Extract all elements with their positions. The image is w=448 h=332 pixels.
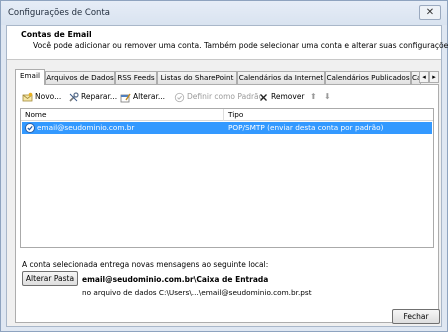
- data-file-path: no arquivo de dados C:\Users\...\email@s…: [82, 288, 312, 297]
- title-bar: Configurações de Conta ✕: [1, 1, 447, 25]
- delivery-location-label: A conta selecionada entrega novas mensag…: [22, 260, 269, 269]
- new-mail-icon: [22, 92, 33, 103]
- tab-scroll-left-button[interactable]: ◂: [419, 71, 429, 83]
- remove-x-icon: [258, 92, 269, 103]
- change-account-label: Alterar...: [133, 92, 165, 101]
- account-row[interactable]: email@seudominio.com.br POP/SMTP (enviar…: [22, 122, 432, 134]
- tab-sharepoint-lists[interactable]: Listas do SharePoint: [157, 71, 237, 84]
- header-title: Contas de Email: [21, 30, 92, 39]
- tab-rss-feeds[interactable]: RSS Feeds: [115, 71, 157, 84]
- tab-email[interactable]: Email: [15, 69, 45, 85]
- tab-published-calendars[interactable]: Calendários Publicados: [325, 71, 411, 84]
- remove-account-button[interactable]: Remover: [258, 91, 305, 103]
- window-close-button[interactable]: ✕: [419, 5, 441, 20]
- column-divider[interactable]: [223, 109, 224, 121]
- change-folder-button[interactable]: Alterar Pasta: [22, 271, 78, 286]
- window-title: Configurações de Conta: [8, 8, 110, 18]
- move-up-arrow-icon[interactable]: ⬆: [310, 92, 317, 101]
- new-account-button[interactable]: Novo...: [22, 91, 61, 103]
- repair-account-button[interactable]: Reparar...: [68, 91, 117, 103]
- repair-account-label: Reparar...: [81, 92, 118, 101]
- column-header-name[interactable]: Nome: [25, 110, 47, 119]
- account-settings-window: Configurações de Conta ✕ Contas de Email…: [0, 0, 448, 332]
- tab-internet-calendars[interactable]: Calendários da Internet: [237, 71, 325, 84]
- move-down-arrow-icon[interactable]: ⬇: [324, 92, 331, 101]
- tab-strip: Email Arquivos de Dados RSS Feeds Listas…: [15, 69, 439, 85]
- change-settings-icon: [120, 92, 131, 103]
- repair-tools-icon: [68, 91, 79, 103]
- set-default-icon: [174, 92, 185, 103]
- dialog-body: Contas de Email Você pode adicionar ou r…: [6, 25, 448, 327]
- default-account-check-icon: [25, 123, 35, 133]
- accounts-toolbar: Novo... Reparar... Alterar... Definir co…: [16, 85, 438, 107]
- set-default-label: Definir como Padrão: [187, 92, 264, 101]
- new-account-label: Novo...: [35, 92, 62, 101]
- accounts-list-header: Nome Tipo: [21, 109, 433, 121]
- change-account-button[interactable]: Alterar...: [120, 91, 165, 103]
- account-type-cell: POP/SMTP (enviar desta conta por padrão): [228, 123, 384, 132]
- email-tab-panel: Novo... Reparar... Alterar... Definir co…: [15, 84, 439, 323]
- set-default-button[interactable]: Definir como Padrão: [174, 91, 263, 103]
- accounts-list: Nome Tipo email@seudominio.com.br POP/SM…: [20, 108, 434, 248]
- column-header-type[interactable]: Tipo: [228, 110, 243, 119]
- delivery-folder-path: email@seudominio.com.br\Caixa de Entrada: [82, 275, 269, 284]
- close-dialog-button[interactable]: Fechar: [392, 309, 440, 324]
- tab-scroll-right-button[interactable]: ▸: [429, 71, 439, 83]
- remove-account-label: Remover: [271, 92, 305, 101]
- tab-data-files[interactable]: Arquivos de Dados: [45, 71, 115, 84]
- header-description: Você pode adicionar ou remover uma conta…: [33, 41, 448, 50]
- dialog-header: Contas de Email Você pode adicionar ou r…: [7, 26, 448, 60]
- account-name-cell: email@seudominio.com.br: [37, 123, 135, 132]
